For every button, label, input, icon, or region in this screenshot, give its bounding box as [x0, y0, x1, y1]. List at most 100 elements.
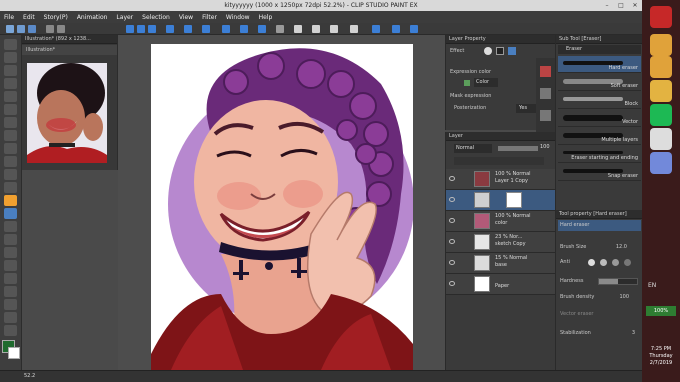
border-effect-icon[interactable] — [484, 47, 492, 55]
correct-line-tool-icon[interactable] — [4, 325, 17, 336]
clip-studio-icon[interactable] — [650, 128, 672, 150]
copy-icon[interactable] — [148, 25, 156, 33]
symmetry-icon[interactable] — [350, 25, 358, 33]
expand-selection-icon[interactable] — [240, 25, 248, 33]
move-tool-icon[interactable] — [4, 52, 17, 63]
eye-icon[interactable] — [449, 176, 455, 181]
system-clock[interactable]: 7:25 PM Thursday 2/7/2019 — [644, 346, 678, 367]
eye-icon[interactable] — [449, 239, 455, 244]
hardness-slider[interactable] — [598, 278, 638, 285]
ruler-tool-icon[interactable] — [4, 286, 17, 297]
brush-multiple-layers[interactable]: Multiple layers — [558, 128, 641, 145]
aa-weak-icon[interactable] — [600, 259, 607, 266]
new-file-icon[interactable] — [6, 25, 14, 33]
balloon-tool-icon[interactable] — [4, 312, 17, 323]
menu-file[interactable]: File — [4, 14, 14, 21]
perspective-icon[interactable] — [330, 25, 338, 33]
layer-row[interactable]: 100 % Normal color — [446, 211, 556, 232]
menu-view[interactable]: View — [179, 14, 193, 21]
operation-tool-icon[interactable] — [4, 65, 17, 76]
transform-icon[interactable] — [184, 25, 192, 33]
brush-density-value[interactable]: 100 — [619, 292, 629, 303]
sub-color-swatch[interactable] — [8, 347, 20, 359]
battery-indicator[interactable]: 100% — [646, 306, 676, 316]
brush-vector[interactable]: Vector — [558, 110, 641, 127]
figure-tool-icon[interactable] — [4, 260, 17, 271]
tone-effect-icon[interactable] — [496, 47, 504, 55]
layer-row-selected[interactable] — [446, 190, 556, 211]
stabilization-value[interactable]: 3 — [632, 328, 635, 339]
shrink-selection-icon[interactable] — [258, 25, 266, 33]
deselect-icon[interactable] — [202, 25, 210, 33]
cut-icon[interactable] — [137, 25, 145, 33]
color-wheel-icon[interactable] — [540, 66, 551, 77]
maximize-icon[interactable]: □ — [614, 0, 628, 11]
lasso-tool-icon[interactable] — [4, 104, 17, 115]
aa-none-icon[interactable] — [588, 259, 595, 266]
decoration-tool-icon[interactable] — [4, 195, 17, 206]
move-layer-tool-icon[interactable] — [4, 78, 17, 89]
aa-medium-icon[interactable] — [612, 259, 619, 266]
minimize-icon[interactable]: – — [600, 0, 614, 11]
eye-icon[interactable] — [449, 218, 455, 223]
menu-edit[interactable]: Edit — [23, 14, 35, 21]
eye-icon[interactable] — [449, 260, 455, 265]
brush-tool-icon[interactable] — [4, 169, 17, 180]
opacity-slider[interactable] — [498, 146, 538, 151]
menu-help[interactable]: Help — [259, 14, 273, 21]
eyedropper-tool-icon[interactable] — [4, 130, 17, 141]
menu-animation[interactable]: Animation — [77, 14, 108, 21]
pen-tool-icon[interactable] — [4, 143, 17, 154]
layer-row[interactable]: 15 % Normal base — [446, 253, 556, 274]
clear-icon[interactable] — [126, 25, 134, 33]
close-icon[interactable]: ✕ — [628, 0, 642, 11]
airbrush-tool-icon[interactable] — [4, 182, 17, 193]
fill-tool-icon[interactable] — [4, 234, 17, 245]
layer-panel-title[interactable]: Layer — [446, 132, 555, 141]
layer-row[interactable]: 100 % Normal Layer 1 Copy — [446, 169, 556, 190]
tool-property-title[interactable]: Tool property [Hard eraser] — [556, 210, 642, 219]
brush-block[interactable]: Block — [558, 92, 641, 109]
pencil-tool-icon[interactable] — [4, 156, 17, 167]
sub-tool-title[interactable]: Sub Tool [Eraser] — [556, 35, 642, 44]
windows-start-icon[interactable] — [650, 6, 672, 28]
gradient-tool-icon[interactable] — [4, 247, 17, 258]
selection-tool-icon[interactable] — [4, 91, 17, 102]
paste-icon[interactable] — [166, 25, 174, 33]
menu-filter[interactable]: Filter — [202, 14, 217, 21]
assets-icon[interactable] — [410, 25, 418, 33]
auto-select-tool-icon[interactable] — [4, 117, 17, 128]
aa-strong-icon[interactable] — [624, 259, 631, 266]
grid-icon[interactable] — [312, 25, 320, 33]
expression-color-select[interactable]: Color — [474, 78, 498, 87]
brush-hard-eraser[interactable]: Hard eraser — [558, 56, 641, 73]
chrome-icon[interactable] — [650, 80, 672, 102]
eraser-tool-icon[interactable] — [4, 208, 17, 219]
menu-layer[interactable]: Layer — [116, 14, 133, 21]
brush-snap-eraser[interactable]: Snap eraser — [558, 164, 641, 181]
discord-icon[interactable] — [650, 152, 672, 174]
open-file-icon[interactable] — [17, 25, 25, 33]
redo-icon[interactable] — [57, 25, 65, 33]
brush-eraser-starting-ending[interactable]: Eraser starting and ending — [558, 146, 641, 163]
menu-selection[interactable]: Selection — [142, 14, 170, 21]
eye-icon[interactable] — [449, 197, 455, 202]
history-icon[interactable] — [540, 110, 551, 121]
ruler-icon[interactable] — [276, 25, 284, 33]
text-tool-icon[interactable] — [4, 299, 17, 310]
eye-icon[interactable] — [449, 281, 455, 286]
settings-icon[interactable] — [372, 25, 380, 33]
brush-soft-eraser[interactable]: Soft eraser — [558, 74, 641, 91]
snap-icon[interactable] — [294, 25, 302, 33]
language-indicator[interactable]: EN — [648, 282, 656, 289]
layer-row[interactable]: Paper — [446, 274, 556, 295]
canvas[interactable] — [151, 44, 413, 370]
blend-tool-icon[interactable] — [4, 221, 17, 232]
undo-icon[interactable] — [46, 25, 54, 33]
sub-tool-group-tab[interactable]: Eraser — [558, 45, 641, 54]
blend-mode-select[interactable]: Normal — [454, 144, 492, 153]
zoom-tool-icon[interactable] — [4, 39, 17, 50]
layer-row[interactable]: 23 % Nor... sketch Copy — [446, 232, 556, 253]
color-set-icon[interactable] — [540, 88, 551, 99]
invert-selection-icon[interactable] — [222, 25, 230, 33]
